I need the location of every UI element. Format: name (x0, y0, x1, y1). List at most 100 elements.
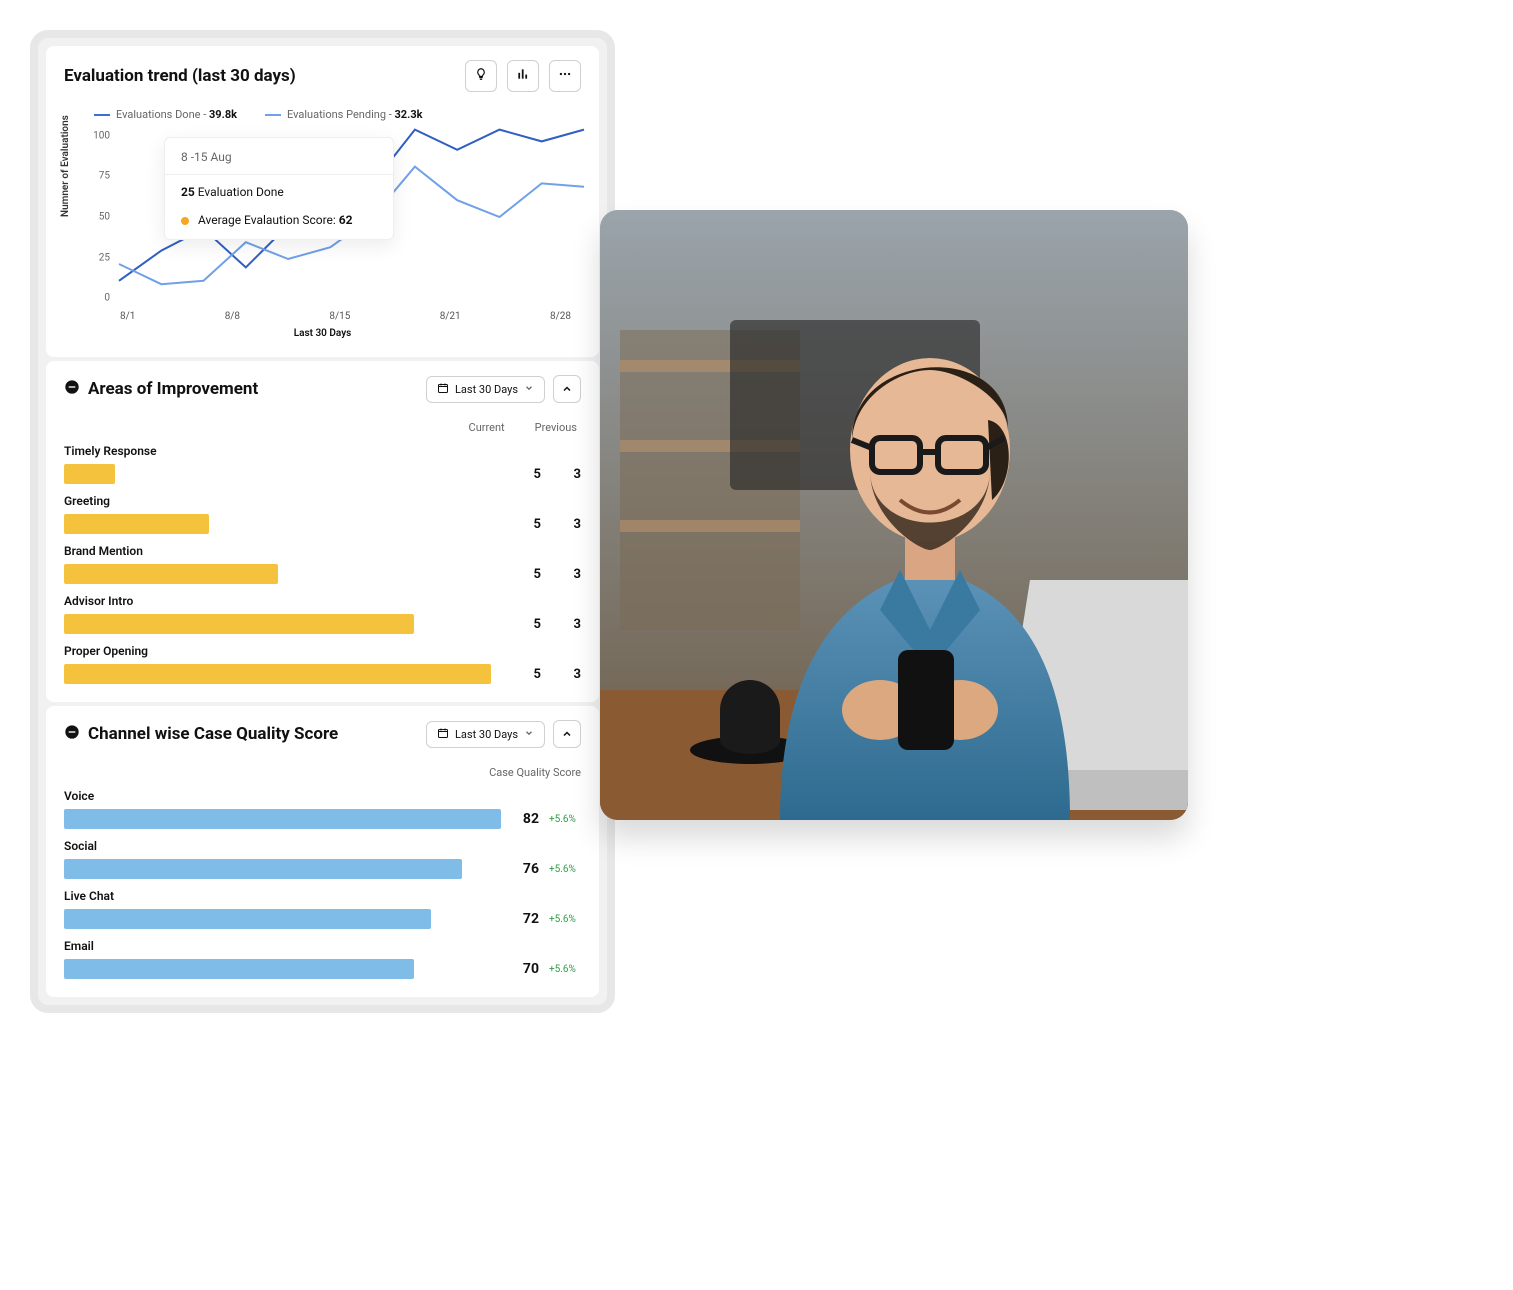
more-icon (558, 67, 572, 85)
x-axis-label: Last 30 Days (64, 328, 581, 339)
col-previous: Previous (535, 421, 577, 434)
x-tick: 8/1 (120, 311, 135, 322)
collapse-circle-icon[interactable] (64, 379, 80, 400)
legend-value: 39.8k (209, 108, 237, 121)
value-current: 5 (501, 517, 541, 532)
tooltip-range: 8 -15 Aug (181, 150, 377, 164)
tooltip-count-label: Evaluation Done (198, 185, 284, 199)
card-controls: Last 30 Days (426, 720, 581, 748)
metric-label: Advisor Intro (64, 594, 581, 608)
metric-label: Greeting (64, 494, 581, 508)
score-value: 70 (511, 961, 539, 977)
channel-row: Social 76 +5.6% (64, 839, 581, 879)
channel-row: Email 70 +5.6% (64, 939, 581, 979)
collapse-button[interactable] (553, 375, 581, 403)
improvement-row: Brand Mention 53 (64, 544, 581, 584)
card-title: Channel wise Case Quality Score (64, 724, 338, 745)
bar-fill (64, 464, 115, 484)
value-previous: 3 (551, 467, 581, 482)
x-axis: 8/1 8/8 8/15 8/21 8/28 (120, 311, 571, 322)
legend-swatch (265, 114, 281, 116)
chevron-up-icon (561, 725, 573, 744)
value-current: 5 (501, 567, 541, 582)
x-tick: 8/21 (440, 311, 461, 322)
value-current: 5 (501, 667, 541, 682)
bar-fill (64, 959, 414, 979)
bar-chart-icon (516, 67, 530, 85)
bar-track (64, 859, 501, 879)
chevron-down-icon (524, 728, 534, 741)
score-value: 82 (511, 811, 539, 827)
score-label: Case Quality Score (489, 766, 581, 779)
metric-label: Proper Opening (64, 644, 581, 658)
score-header: Case Quality Score (64, 766, 581, 779)
chevron-down-icon (524, 383, 534, 396)
legend-label: Evaluations Pending (287, 108, 386, 121)
y-tick: 100 (86, 131, 110, 142)
date-filter-button[interactable]: Last 30 Days (426, 721, 545, 748)
legend-item-done: Evaluations Done - 39.8k (94, 108, 237, 121)
card-evaluation-trend: Evaluation trend (last 30 days) (46, 46, 599, 357)
card-title-text: Areas of Improvement (88, 379, 258, 399)
legend-swatch (94, 114, 110, 116)
date-filter-label: Last 30 Days (455, 728, 518, 741)
channel-label: Social (64, 839, 581, 853)
bar-track (64, 664, 491, 684)
date-filter-button[interactable]: Last 30 Days (426, 376, 545, 403)
calendar-icon (437, 727, 449, 742)
tooltip-avg-score: 62 (339, 213, 353, 227)
card-title: Areas of Improvement (64, 379, 258, 400)
value-previous: 3 (551, 617, 581, 632)
calendar-icon (437, 382, 449, 397)
card-areas-improvement: Areas of Improvement Last 30 Days (46, 361, 599, 702)
card-title-text: Channel wise Case Quality Score (88, 724, 338, 744)
value-current: 5 (501, 467, 541, 482)
dashboard-panel: Evaluation trend (last 30 days) (30, 30, 615, 1013)
metric-label: Brand Mention (64, 544, 581, 558)
channel-label: Voice (64, 789, 581, 803)
bar-fill (64, 564, 278, 584)
score-value: 76 (511, 861, 539, 877)
channel-label: Email (64, 939, 581, 953)
hero-photo (600, 210, 1188, 820)
chart-type-button[interactable] (507, 60, 539, 92)
bar-fill (64, 614, 414, 634)
bar-track (64, 614, 491, 634)
bar-fill (64, 664, 491, 684)
card-toolbar (459, 60, 581, 92)
bar-fill (64, 514, 209, 534)
dot-icon (181, 217, 189, 225)
score-delta: +5.6% (549, 964, 581, 975)
value-previous: 3 (551, 567, 581, 582)
card-title: Evaluation trend (last 30 days) (64, 66, 296, 86)
bar-fill (64, 809, 501, 829)
bar-fill (64, 859, 462, 879)
improvement-row: Proper Opening 53 (64, 644, 581, 684)
score-delta: +5.6% (549, 864, 581, 875)
bar-fill (64, 909, 431, 929)
collapse-button[interactable] (553, 720, 581, 748)
card-header: Evaluation trend (last 30 days) (64, 60, 581, 92)
more-button[interactable] (549, 60, 581, 92)
score-delta: +5.6% (549, 814, 581, 825)
card-channel-quality: Channel wise Case Quality Score Last 30 … (46, 706, 599, 997)
card-header: Areas of Improvement Last 30 Days (64, 375, 581, 403)
channel-row: Live Chat72+5.6% (64, 889, 581, 929)
legend-value: 32.3k (395, 108, 423, 121)
tooltip-count: 25 (181, 185, 195, 199)
collapse-circle-icon[interactable] (64, 724, 80, 745)
tooltip-avg-label: Average Evalaution Score: (198, 213, 336, 227)
y-axis-label: Numner of Evaluations (60, 115, 71, 217)
bar-track (64, 959, 501, 979)
y-tick: 75 (86, 170, 110, 181)
bar-track (64, 564, 491, 584)
score-value: 72 (511, 911, 539, 927)
bar-track (64, 514, 491, 534)
insight-button[interactable] (465, 60, 497, 92)
y-tick: 25 (86, 253, 110, 264)
improvement-row: Greeting53 (64, 494, 581, 534)
value-current: 5 (501, 617, 541, 632)
col-current: Current (469, 421, 505, 434)
chart-tooltip: 8 -15 Aug 25 Evaluation Done Average Eva… (164, 137, 394, 240)
value-previous: 3 (551, 667, 581, 682)
